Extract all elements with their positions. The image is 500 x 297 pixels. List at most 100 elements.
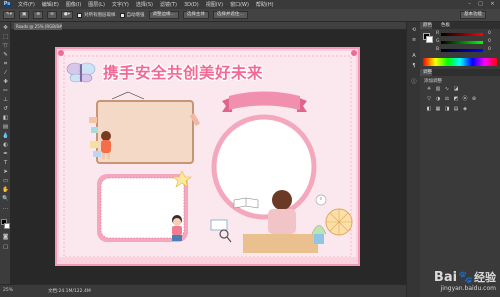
quick-select-tool-icon[interactable]: ✎	[2, 52, 9, 59]
add-selection-icon[interactable]: ⊕	[33, 11, 44, 19]
auto-enhance-checkbox[interactable]: 自动增强	[119, 12, 145, 18]
quick-mask-icon[interactable]: ◙	[2, 234, 9, 241]
curves-icon[interactable]: ∿	[444, 86, 450, 92]
color-spectrum-bar[interactable]	[423, 58, 497, 66]
checkbox-box-icon	[119, 12, 125, 18]
minimize-button[interactable]: –	[466, 1, 473, 7]
channel-b-slider[interactable]	[441, 49, 483, 52]
corner-dot	[351, 50, 357, 56]
history-panel-icon[interactable]: ⟲	[411, 27, 417, 33]
close-button[interactable]: ×	[489, 1, 496, 7]
info-panel-icon[interactable]: ⓘ	[411, 79, 417, 85]
sample-all-layers-label: 对所有图层取样	[84, 13, 116, 18]
poster-title: 携手安全共创美好未来	[103, 64, 264, 82]
healing-brush-icon[interactable]: ✚	[2, 79, 9, 86]
crop-tool-icon[interactable]: ⌗	[2, 61, 9, 68]
zoom-tool-icon[interactable]: 🔍	[2, 196, 9, 203]
channel-g-value[interactable]: 0	[488, 39, 491, 44]
invert-icon[interactable]: ◧	[426, 106, 432, 112]
zoom-level[interactable]: 25%	[3, 288, 13, 293]
menu-edit[interactable]: 编辑(E)	[42, 1, 59, 8]
hand-tool-icon[interactable]: ✋	[2, 187, 9, 194]
vibrance-icon[interactable]: ▽	[426, 96, 432, 102]
watermark-url: jingyan.baidu.com	[440, 285, 496, 292]
menu-filter[interactable]: 滤镜(T)	[160, 1, 177, 8]
marquee-tool-icon[interactable]: ⬚	[2, 34, 9, 41]
maximize-button[interactable]: □	[477, 1, 484, 7]
center-ring	[211, 114, 317, 220]
panel-background-swatch[interactable]	[426, 36, 433, 43]
posterize-icon[interactable]: ▦	[435, 106, 441, 112]
history-brush-icon[interactable]: ↺	[2, 106, 9, 113]
menu-help[interactable]: 帮助(H)	[256, 1, 274, 8]
brush-size-icon[interactable]: ●▾	[60, 11, 74, 19]
menu-3d[interactable]: 3D(D)	[184, 2, 199, 8]
move-tool-icon[interactable]: ✥	[2, 25, 9, 32]
toolbox: ✥ ⬚ ➰ ✎ ⌗ ⁄ ✚ ✏ ⊥ ↺ ◧ ▤ 💧 ◐ ✒ T ➤ ▭ ✋ 🔍 …	[0, 22, 11, 284]
levels-icon[interactable]: ▥	[435, 86, 441, 92]
dodge-tool-icon[interactable]: ◐	[2, 142, 9, 149]
paw-icon: 🐾	[458, 270, 473, 284]
document-tab[interactable]: Roads @ 25% (RGB/8#)	[14, 23, 62, 30]
menu-image[interactable]: 图像(I)	[66, 1, 81, 8]
menu-view[interactable]: 视图(V)	[206, 1, 223, 8]
tab-swatches[interactable]: 色板	[438, 22, 450, 29]
baidu-watermark: Bai 🐾 经验 jingyan.baidu.com	[434, 269, 496, 293]
fan-icon	[325, 208, 353, 236]
tab-color[interactable]: 颜色	[420, 22, 432, 29]
selective-color-icon[interactable]: ◈	[462, 106, 468, 112]
eyedropper-tool-icon[interactable]: ⁄	[2, 70, 9, 77]
threshold-icon[interactable]: ◨	[444, 106, 450, 112]
gradient-map-icon[interactable]: ▤	[453, 106, 459, 112]
brightness-contrast-icon[interactable]: ☀	[426, 86, 432, 92]
color-balance-icon[interactable]: ⚖	[444, 96, 450, 102]
adjustments-panel-header: 调整	[420, 69, 500, 76]
character-panel-icon[interactable]: A	[411, 53, 417, 59]
background-color-swatch[interactable]	[4, 223, 10, 229]
pen-tool-icon[interactable]: ✒	[2, 151, 9, 158]
select-and-mask-button[interactable]: 选择并遮住...	[212, 11, 248, 19]
photo-filter-icon[interactable]: ⦿	[462, 96, 468, 102]
menu-file[interactable]: 文件(F)	[18, 1, 35, 8]
new-selection-icon[interactable]: ▣	[19, 11, 30, 19]
lasso-tool-icon[interactable]: ➰	[2, 43, 9, 50]
menu-select[interactable]: 选择(S)	[136, 1, 153, 8]
type-tool-icon[interactable]: T	[2, 160, 9, 167]
channel-b-value[interactable]: 0	[488, 47, 491, 52]
exposure-icon[interactable]: ◪	[453, 86, 459, 92]
gradient-tool-icon[interactable]: ▤	[2, 124, 9, 131]
properties-panel-icon[interactable]: ≡	[411, 37, 417, 43]
eraser-tool-icon[interactable]: ◧	[2, 115, 9, 122]
menu-layer[interactable]: 图层(L)	[88, 1, 105, 8]
menu-type[interactable]: 文字(Y)	[112, 1, 129, 8]
panel-icon-strip: ⟲ ≡ A ¶ ⓘ	[406, 22, 420, 297]
blur-tool-icon[interactable]: 💧	[2, 133, 9, 140]
menu-window[interactable]: 窗口(W)	[230, 1, 249, 8]
refine-edge-button[interactable]: 调整边缘...	[148, 11, 179, 19]
channel-r-slider[interactable]	[441, 33, 483, 36]
channel-g-slider[interactable]	[441, 41, 483, 44]
clone-stamp-icon[interactable]: ⊥	[2, 97, 9, 104]
black-white-icon[interactable]: ◩	[453, 96, 459, 102]
channel-mixer-icon[interactable]: ⊛	[471, 96, 477, 102]
more-tools-icon[interactable]: ⋯	[2, 206, 9, 213]
tab-adjustments[interactable]: 调整	[420, 69, 432, 76]
shape-tool-icon[interactable]: ▭	[2, 178, 9, 185]
brush-tool-icon[interactable]: ✏	[2, 88, 9, 95]
screen-mode-icon[interactable]: ▢	[2, 244, 9, 251]
poster-canvas[interactable]: 携手安全共创美好未来	[55, 47, 360, 266]
document-info[interactable]: 文档:24.1M/122.4M	[48, 288, 91, 294]
hue-saturation-icon[interactable]: ◑	[435, 96, 441, 102]
adjustments-subtitle: 添加调整	[424, 79, 442, 84]
channel-r-value[interactable]: 0	[488, 31, 491, 36]
subtract-selection-icon[interactable]: ⊖	[47, 11, 57, 19]
workspace-switcher[interactable]: 基本功能	[460, 11, 486, 19]
bottom-stripe	[57, 257, 358, 264]
sample-all-layers-checkbox[interactable]: 对所有图层取样	[77, 12, 116, 18]
paragraph-panel-icon[interactable]: ¶	[411, 63, 417, 69]
corner-dot	[58, 50, 64, 56]
quick-select-tool-icon[interactable]: ✎▾	[3, 11, 16, 19]
butterfly-icon	[66, 62, 96, 83]
path-select-icon[interactable]: ➤	[2, 169, 9, 176]
select-subject-button[interactable]: 选择主体	[182, 11, 209, 19]
